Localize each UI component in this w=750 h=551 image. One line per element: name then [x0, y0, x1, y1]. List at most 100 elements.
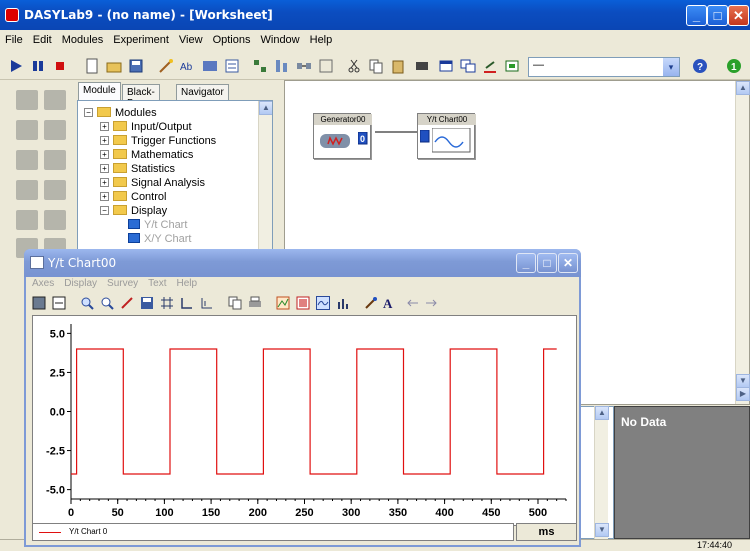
connection-wire[interactable]	[375, 129, 421, 135]
chart-plot-area[interactable]: 5.0 2.5 0.0 -2.5 -5.0 0 50 100 150 200 250 300 350 40…	[32, 315, 577, 526]
expand-icon[interactable]: +	[100, 150, 109, 159]
tree-item-control[interactable]: + Control	[100, 191, 166, 205]
palette-tool-icon[interactable]	[16, 120, 38, 140]
stop-icon[interactable]	[52, 58, 68, 74]
open-file-icon[interactable]	[106, 58, 122, 74]
tree-item-mathematics[interactable]: + Mathematics	[100, 149, 193, 163]
scroll-down-icon[interactable]: ▼	[595, 523, 609, 537]
pause-icon[interactable]	[30, 58, 46, 74]
paste-icon[interactable]	[390, 58, 406, 74]
scroll-up-icon[interactable]: ▲	[259, 101, 272, 115]
expand-icon[interactable]: +	[100, 164, 109, 173]
cursor-icon[interactable]	[120, 296, 134, 310]
chart-menu-text[interactable]: Text	[142, 277, 170, 289]
chart-maximize-button[interactable]: □	[537, 253, 557, 273]
x-axis-scale-icon[interactable]	[180, 296, 194, 310]
chart-style-icon[interactable]	[276, 296, 290, 310]
y-axis-scale-icon[interactable]	[200, 296, 214, 310]
menu-view[interactable]: View	[174, 30, 208, 46]
tree-item-modules[interactable]: − Modules	[84, 107, 157, 121]
minimize-button[interactable]: _	[686, 5, 707, 26]
expand-icon[interactable]: +	[100, 192, 109, 201]
menu-help[interactable]: Help	[305, 30, 338, 46]
module-tree-icon[interactable]	[252, 58, 268, 74]
tree-item-xy-chart[interactable]: X/Y Chart	[128, 233, 192, 247]
palette-logic-icon[interactable]	[44, 210, 66, 230]
tree-item-trigger-functions[interactable]: + Trigger Functions	[100, 135, 216, 149]
expand-icon[interactable]: +	[100, 136, 109, 145]
tree-item-yt-chart[interactable]: Y/t Chart	[128, 219, 187, 233]
palette-filter-icon[interactable]	[44, 150, 66, 170]
output-port-icon[interactable]: 0	[358, 132, 370, 146]
play-icon[interactable]	[8, 58, 24, 74]
chart-color-icon[interactable]	[296, 296, 310, 310]
menu-file[interactable]: File	[0, 30, 28, 46]
close-button[interactable]: ✕	[728, 5, 749, 26]
font-icon[interactable]: A	[382, 296, 396, 310]
worksheet-vertical-scrollbar[interactable]: ▲ ▼	[735, 81, 750, 404]
grid-toggle-icon[interactable]	[160, 296, 174, 310]
expand-icon[interactable]: +	[100, 178, 109, 187]
cut-icon[interactable]	[346, 58, 362, 74]
palette-statistics-icon[interactable]	[16, 150, 38, 170]
palette-da-icon[interactable]	[44, 90, 66, 110]
wizard-icon[interactable]	[158, 58, 174, 74]
align-icon[interactable]	[274, 58, 290, 74]
signal-view-icon[interactable]	[316, 296, 330, 310]
copy-icon[interactable]	[368, 58, 384, 74]
chart-save-icon[interactable]	[140, 296, 154, 310]
zoom-out-icon[interactable]	[100, 296, 114, 310]
scroll-up-icon[interactable]: ▲	[736, 81, 750, 95]
chart-menu-axes[interactable]: Axes	[26, 277, 58, 289]
menu-edit[interactable]: Edit	[28, 30, 57, 46]
tab-black-box[interactable]: Black-Box	[122, 84, 160, 109]
worksheet-horizontal-scroll-corner[interactable]: ▶	[735, 387, 750, 403]
brush-icon[interactable]	[364, 296, 378, 310]
experiment-selector-combo[interactable]: — ▾	[528, 57, 680, 77]
arrow-right-icon[interactable]	[424, 296, 438, 310]
layer-icon[interactable]	[414, 58, 430, 74]
chevron-down-icon[interactable]: ▾	[663, 58, 679, 76]
chart-menu-survey[interactable]: Survey	[101, 277, 142, 289]
menu-options[interactable]: Options	[208, 30, 256, 46]
chart-menu-help[interactable]: Help	[171, 277, 202, 289]
print-icon[interactable]	[248, 296, 262, 310]
chart-window-title-bar[interactable]: Y/t Chart00 _ □ ✕	[24, 249, 581, 277]
tree-scrollbar[interactable]: ▲	[258, 101, 272, 259]
palette-formula-icon[interactable]	[16, 210, 38, 230]
menu-modules[interactable]: Modules	[57, 30, 109, 46]
info-icon[interactable]: 1	[726, 58, 742, 74]
tree-item-display[interactable]: − Display	[100, 205, 167, 219]
tree-item-signal-analysis[interactable]: + Signal Analysis	[100, 177, 205, 191]
chart-window-icon[interactable]	[30, 256, 44, 269]
tab-module[interactable]: Module	[78, 82, 121, 100]
yt-chart-module[interactable]: Y/t Chart00	[417, 113, 476, 159]
maximize-button[interactable]: □	[707, 5, 728, 26]
list-icon[interactable]	[224, 58, 240, 74]
chart-view-icon[interactable]	[32, 296, 46, 310]
zoom-in-icon[interactable]	[80, 296, 94, 310]
chart-view2-icon[interactable]	[52, 296, 66, 310]
help-icon[interactable]: ?	[692, 58, 708, 74]
chart-menu-display[interactable]: Display	[58, 277, 101, 289]
palette-ad-icon[interactable]	[16, 90, 38, 110]
scroll-up-icon[interactable]: ▲	[595, 406, 609, 420]
chart-minimize-button[interactable]: _	[516, 253, 536, 273]
palette-math-icon[interactable]	[44, 120, 66, 140]
tree-item-statistics[interactable]: + Statistics	[100, 163, 175, 177]
arrange-icon[interactable]	[482, 58, 498, 74]
yt-chart-svg[interactable]: 5.0 2.5 0.0 -2.5 -5.00 50 100 150 200 250 300 350 40…	[33, 316, 576, 525]
save-icon[interactable]	[128, 58, 144, 74]
tree-item-input-output[interactable]: + Input/Output	[100, 121, 192, 135]
bar-view-icon[interactable]	[336, 296, 350, 310]
scroll-down-icon[interactable]: ▼	[736, 374, 750, 388]
copy-chart-icon[interactable]	[228, 296, 242, 310]
palette-control-icon[interactable]	[44, 180, 66, 200]
expand-icon[interactable]: +	[100, 122, 109, 131]
text-label-icon[interactable]: Ab	[180, 58, 196, 74]
lower-list-scrollbar[interactable]: ▲ ▼	[594, 406, 609, 539]
menu-experiment[interactable]: Experiment	[108, 30, 174, 46]
dasylab-app-icon[interactable]	[5, 8, 19, 22]
connect-icon[interactable]	[296, 58, 312, 74]
tab-navigator[interactable]: Navigator	[176, 84, 229, 100]
